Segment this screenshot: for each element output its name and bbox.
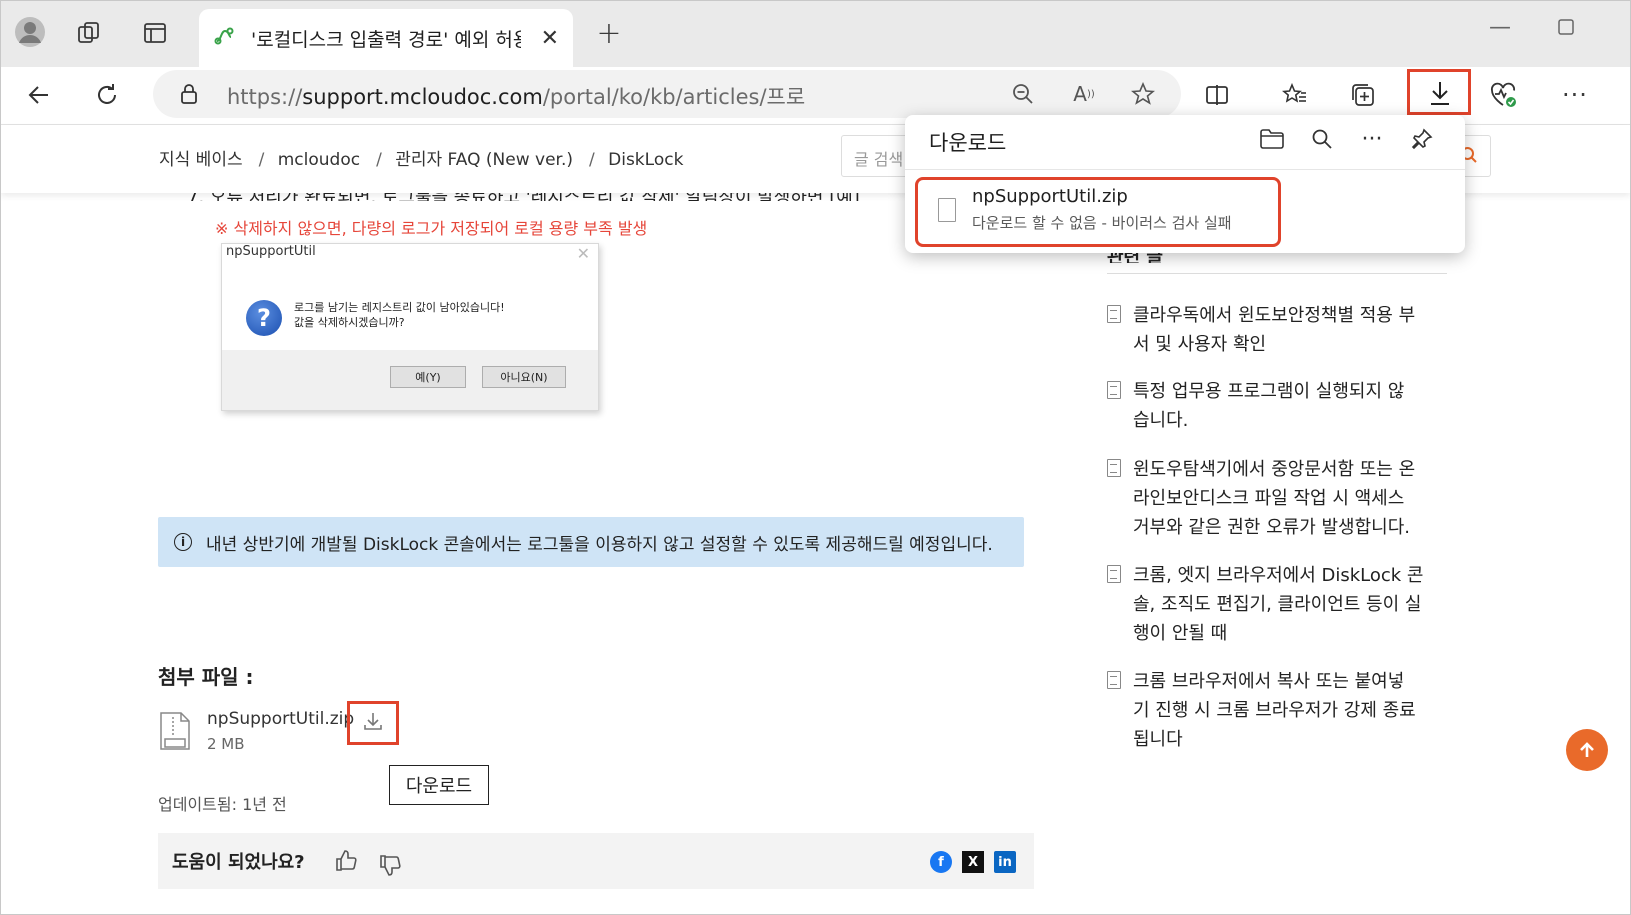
more-options-icon[interactable]: ··· xyxy=(1557,77,1593,113)
related-article-item[interactable]: 크롬, 엣지 브라우저에서 DiskLock 콘 솔, 조직도 편집기, 클라이언… xyxy=(1107,561,1457,648)
related-article-item[interactable]: 윈도우탐색기에서 중앙문서함 또는 온 라인보안디스크 파일 작업 시 액세스 거부… xyxy=(1107,455,1457,542)
search-downloads-icon[interactable] xyxy=(1297,123,1347,155)
article-content: 7. 오류 처리가 완료되면, 로그툴을 종료하고 '레지스트리 값 삭제' 알… xyxy=(1,187,1630,914)
breadcrumb-item[interactable]: 지식 베이스 xyxy=(159,150,243,170)
favorites-icon[interactable] xyxy=(1279,79,1311,111)
tab-strip: '로컬디스크 입출력 경로' 예외 허용 ✕ + — xyxy=(1,1,1630,67)
more-options-icon[interactable]: ··· xyxy=(1347,123,1397,155)
flyout-divider xyxy=(905,169,1465,170)
download-item-name: npSupportUtil.zip xyxy=(972,186,1128,207)
dialog-message: 로그를 남기는 레지스트리 값이 남아있습니다! 값을 삭제하시겠습니까? xyxy=(294,301,505,329)
attachment-file-size: 2 MB xyxy=(207,735,245,753)
document-icon xyxy=(1107,459,1121,477)
active-tab[interactable]: '로컬디스크 입출력 경로' 예외 허용 ✕ xyxy=(199,9,573,67)
file-icon xyxy=(938,198,956,222)
dialog-title: npSupportUtil xyxy=(226,244,316,259)
zoom-out-icon[interactable] xyxy=(1009,80,1037,108)
vertical-tabs-icon[interactable] xyxy=(139,17,171,49)
screenshot-dialog-image: npSupportUtil ✕ ? 로그를 남기는 레지스트리 값이 남아있습니… xyxy=(221,243,599,411)
download-item-status: 다운로드 할 수 없음 - 바이러스 검사 실패 xyxy=(972,214,1232,232)
pin-icon[interactable] xyxy=(1397,123,1447,155)
open-folder-icon[interactable] xyxy=(1247,123,1297,155)
split-screen-icon[interactable] xyxy=(1201,79,1233,111)
new-tab-icon[interactable]: + xyxy=(593,16,625,51)
linkedin-icon[interactable]: in xyxy=(994,851,1016,873)
attachment-file-name[interactable]: npSupportUtil.zip xyxy=(207,709,354,729)
address-bar[interactable]: https://support.mcloudoc.com/portal/ko/k… xyxy=(153,70,1181,118)
attachments-title: 첨부 파일 : xyxy=(158,665,254,689)
document-icon xyxy=(1107,305,1121,323)
browser-window: '로컬디스크 입출력 경로' 예외 허용 ✕ + — https://suppo… xyxy=(0,0,1631,915)
info-icon: i xyxy=(174,533,192,551)
zip-file-icon xyxy=(159,711,191,751)
dialog-yes-button: 예(Y) xyxy=(390,366,466,388)
document-icon xyxy=(1107,671,1121,689)
thumbs-down-icon[interactable] xyxy=(378,853,402,881)
download-icon[interactable] xyxy=(1426,78,1454,108)
download-item[interactable]: npSupportUtil.zip 다운로드 할 수 없음 - 바이러스 검사 … xyxy=(915,177,1281,247)
x-twitter-icon[interactable]: X xyxy=(962,851,984,873)
warning-note: ※ 삭제하지 않으면, 다량의 로그가 저장되어 로컬 용량 부족 발생 xyxy=(215,219,648,238)
back-arrow-icon[interactable] xyxy=(21,77,57,113)
related-article-item[interactable]: 특정 업무용 프로그램이 실행되지 않 습니다. xyxy=(1107,377,1457,435)
related-article-item[interactable]: 클라우독에서 윈도보안정책별 적용 부서 및 사용자 확인 xyxy=(1107,301,1457,359)
thumbs-up-icon[interactable] xyxy=(334,849,358,877)
info-callout: i 내년 상반기에 개발될 DiskLock 콘솔에서는 로그툴을 이용하지 않… xyxy=(158,517,1024,567)
download-icon[interactable] xyxy=(362,710,384,736)
breadcrumb-item[interactable]: 관리자 FAQ (New ver.) xyxy=(395,150,573,170)
feedback-bar: 도움이 되었나요? f X in xyxy=(158,833,1034,889)
collections-icon[interactable] xyxy=(1347,79,1379,111)
breadcrumb-item[interactable]: mcloudoc xyxy=(278,150,360,170)
refresh-icon[interactable] xyxy=(89,77,125,113)
download-tooltip: 다운로드 xyxy=(389,765,489,805)
dialog-footer: 예(Y) 아니요(N) xyxy=(222,350,598,410)
feedback-question: 도움이 되었나요? xyxy=(172,852,305,873)
info-text: 내년 상반기에 개발될 DiskLock 콘솔에서는 로그툴을 이용하지 않고 … xyxy=(206,534,993,555)
downloads-button-highlight[interactable] xyxy=(1407,69,1471,115)
downloads-flyout: 다운로드 ··· npSupportUtil.zip 다운로드 할 수 없음 -… xyxy=(905,115,1465,253)
downloads-title: 다운로드 xyxy=(929,131,1007,155)
attachment-download-button[interactable] xyxy=(347,701,399,745)
tab-title: '로컬디스크 입출력 경로' 예외 허용 xyxy=(251,28,521,51)
read-aloud-icon[interactable]: A)) xyxy=(1069,80,1099,108)
url-text[interactable]: https://support.mcloudoc.com/portal/ko/k… xyxy=(227,81,805,111)
dialog-close-icon: ✕ xyxy=(576,244,590,263)
tab-favicon-icon xyxy=(213,25,235,51)
profile-avatar-icon[interactable] xyxy=(13,15,47,49)
scroll-to-top-button[interactable] xyxy=(1566,729,1608,771)
document-icon xyxy=(1107,565,1121,583)
maximize-icon[interactable] xyxy=(1557,17,1575,42)
breadcrumb: 지식 베이스 / mcloudoc / 관리자 FAQ (New ver.) / Di… xyxy=(159,150,684,170)
workspaces-icon[interactable] xyxy=(73,17,105,49)
facebook-icon[interactable]: f xyxy=(930,851,952,873)
browser-essentials-icon[interactable] xyxy=(1485,77,1521,113)
tab-close-icon[interactable]: ✕ xyxy=(541,26,559,51)
related-article-item[interactable]: 크롬 브라우저에서 복사 또는 붙여넣 기 진행 시 크롬 브라우저가 강제 종료… xyxy=(1107,667,1457,754)
document-icon xyxy=(1107,381,1121,399)
dialog-no-button: 아니요(N) xyxy=(482,366,566,388)
sidebar-divider xyxy=(1107,273,1447,274)
minimize-icon[interactable]: — xyxy=(1489,15,1511,40)
lock-icon[interactable] xyxy=(177,82,201,106)
breadcrumb-item[interactable]: DiskLock xyxy=(608,150,683,170)
question-icon: ? xyxy=(246,300,282,336)
updated-time: 업데이트됨: 1년 전 xyxy=(158,795,287,814)
favorite-star-icon[interactable] xyxy=(1129,80,1157,108)
